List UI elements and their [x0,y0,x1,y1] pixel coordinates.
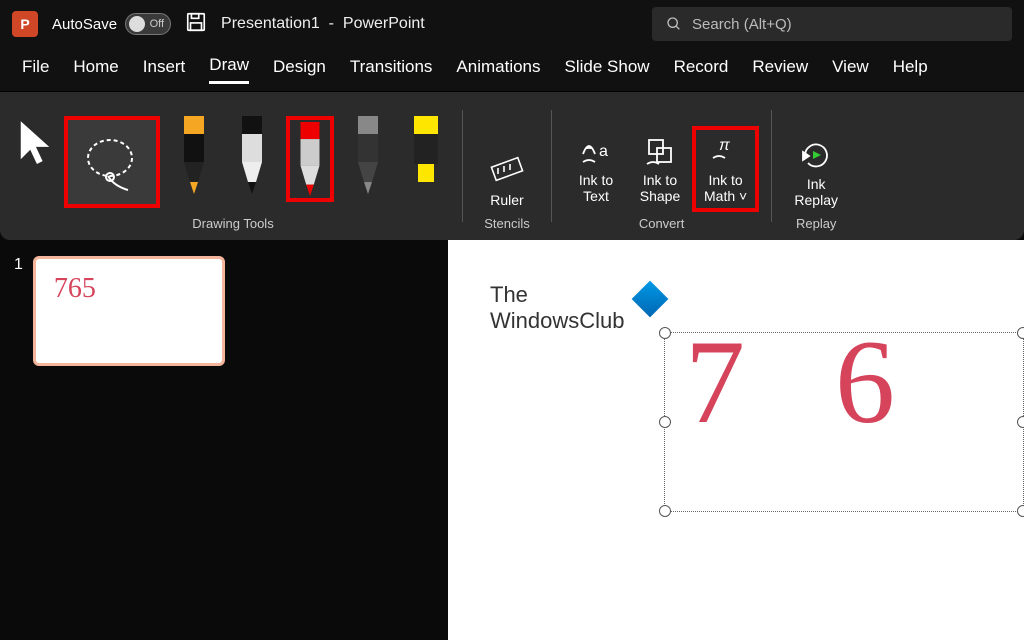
tab-insert[interactable]: Insert [143,57,186,83]
pen-black[interactable] [228,116,276,194]
workspace: 1 765 The WindowsClub 7 6 [0,240,1024,576]
save-icon[interactable] [185,11,207,38]
tab-home[interactable]: Home [73,57,118,83]
tab-file[interactable]: File [22,57,49,83]
group-label-convert: Convert [639,216,685,234]
tab-draw[interactable]: Draw [209,55,249,84]
tab-transitions[interactable]: Transitions [350,57,433,83]
svg-text:π: π [719,137,730,154]
group-label-replay: Replay [796,216,836,234]
ink-selection-box[interactable]: 7 6 [664,332,1024,512]
app-icon: P [12,11,38,37]
tab-slide-show[interactable]: Slide Show [565,57,650,83]
tab-animations[interactable]: Animations [456,57,540,83]
ruler-button[interactable]: Ruler [475,150,539,212]
search-box[interactable]: Search (Alt+Q) [652,7,1012,41]
group-label-stencils: Stencils [484,216,530,234]
slide-canvas-area[interactable]: The WindowsClub 7 6 [260,240,1024,576]
search-placeholder: Search (Alt+Q) [692,16,792,33]
tab-help[interactable]: Help [893,57,928,83]
autosave-toggle[interactable]: AutoSave Off [52,13,171,35]
document-title: Presentation1 - PowerPoint [221,15,425,33]
pen-gray[interactable] [344,116,392,194]
highlighter-yellow[interactable] [402,116,450,194]
ribbon-tabs: File Home Insert Draw Design Transitions Anima… [0,48,1024,92]
ribbon: Drawing Tools Ruler Stencils a Ink toTex… [0,92,1024,240]
lasso-select-tool[interactable] [64,116,160,208]
slide-thumbnail-1[interactable]: 765 [33,256,225,366]
thumb-ink-text: 765 [54,273,204,305]
pen-orange[interactable] [170,116,218,194]
svg-text:a: a [599,143,608,160]
thumbnail-panel[interactable]: 1 765 [0,240,260,576]
tab-record[interactable]: Record [674,57,729,83]
title-bar: P AutoSave Off Presentation1 - PowerPoin… [0,0,1024,48]
ink-to-shape-button[interactable]: Ink toShape [628,126,692,212]
ink-to-math-button[interactable]: π Ink toMath ˅ [692,126,759,212]
toggle-switch[interactable]: Off [125,13,171,35]
group-label-drawing: Drawing Tools [192,216,273,234]
slide[interactable]: The WindowsClub 7 6 [448,240,1024,640]
logo-block: The WindowsClub [490,282,663,335]
slide-number: 1 [14,256,23,366]
ink-replay-button[interactable]: InkReplay [784,134,848,212]
tab-review[interactable]: Review [752,57,808,83]
tab-design[interactable]: Design [273,57,326,83]
ink-drawing: 7 6 [685,313,925,451]
logo-icon [631,281,668,318]
select-cursor-tool[interactable] [16,116,54,179]
tab-view[interactable]: View [832,57,869,83]
search-icon [666,16,682,32]
ink-to-text-button[interactable]: a Ink toText [564,126,628,212]
autosave-label: AutoSave [52,16,117,33]
pen-red[interactable] [286,116,334,202]
